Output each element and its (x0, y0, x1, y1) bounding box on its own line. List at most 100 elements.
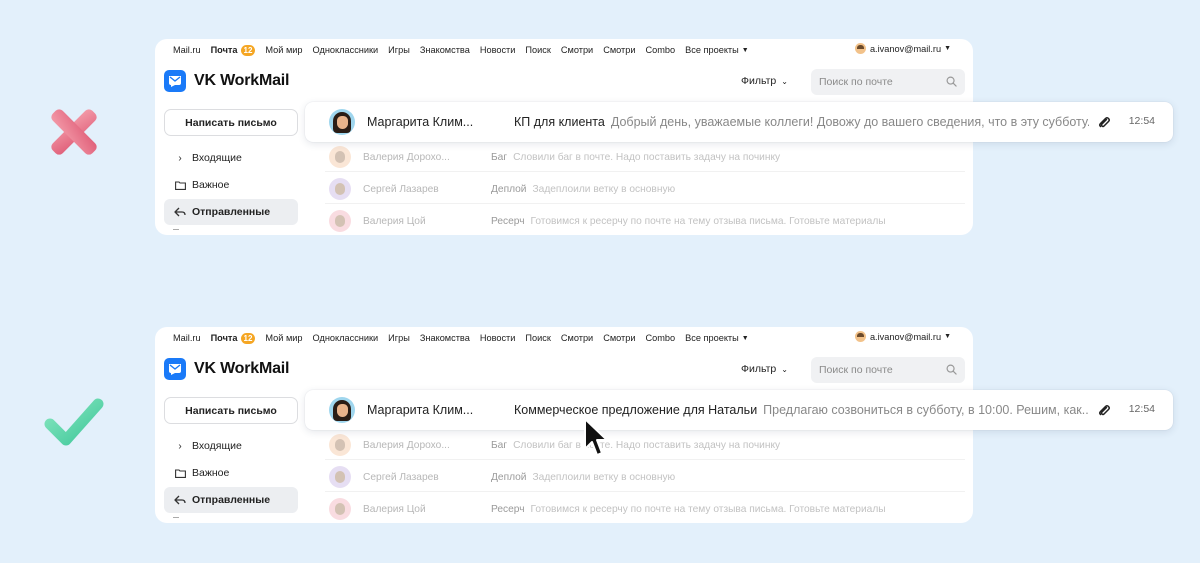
avatar (329, 498, 351, 520)
unread-badge: 12 (240, 332, 256, 344)
nav-link-dating[interactable]: Знакомства (420, 333, 470, 343)
search-input[interactable] (819, 76, 939, 88)
app-name: VK WorkMail (194, 72, 290, 89)
nav-link-all-projects[interactable]: Все проекты ▼ (685, 333, 749, 343)
nav-link-watch-2[interactable]: Смотри (603, 333, 635, 343)
preview: Добрый день, уважаемые коллеги! Довожу д… (610, 115, 1089, 129)
user-email: a.ivanov@mail.ru (869, 331, 942, 342)
sidebar-item-inbox[interactable]: › Входящие (164, 145, 298, 171)
divider (325, 171, 965, 172)
nav-link-dating[interactable]: Знакомства (420, 45, 470, 55)
nav-link-mail-label: Почта (210, 333, 238, 343)
nav-link-myworld[interactable]: Мой мир (265, 45, 302, 55)
filter-dropdown[interactable]: Фильтр ⌄ (741, 75, 788, 87)
nav-link-all-projects[interactable]: Все проекты ▼ (685, 45, 749, 55)
nav-link-ok[interactable]: Одноклассники (313, 45, 379, 55)
list-item[interactable]: Валерия Дорохо... Баг Словили баг в почт… (325, 430, 965, 460)
avatar (854, 331, 866, 342)
brand[interactable]: VK WorkMail (164, 358, 290, 380)
sender-name: Валерия Дорохо... (363, 151, 450, 163)
divider (325, 203, 965, 204)
sidebar-item-sent[interactable]: Отправленные (164, 487, 298, 513)
sender-name: Сергей Лазарев (363, 471, 439, 483)
nav-link-watch-2[interactable]: Смотри (603, 45, 635, 55)
nav-link-mailru[interactable]: Mail.ru (173, 333, 201, 343)
list-item[interactable]: Сергей Лазарев Деплой Задеплоили ветку в… (325, 174, 965, 204)
sender-name: Валерия Цой (363, 215, 426, 227)
reply-arrow-icon (173, 495, 187, 505)
nav-link-mail[interactable]: Почта 12 (210, 332, 256, 344)
caret-down-icon: ▼ (944, 333, 951, 340)
caret-down-icon: ▼ (741, 334, 749, 342)
preview: Готовимся к ресерчу по почте на тему отз… (530, 503, 886, 515)
divider (325, 491, 965, 492)
paperclip-icon (1099, 405, 1110, 416)
sidebar-overflow-stub (173, 517, 179, 521)
user-menu[interactable]: a.ivanov@mail.ru ▼ (854, 331, 951, 342)
search-icon[interactable] (946, 76, 957, 87)
nav-link-combo[interactable]: Combo (646, 333, 676, 343)
nav-link-news[interactable]: Новости (480, 333, 516, 343)
sidebar-item-important[interactable]: Важное (164, 460, 298, 486)
chevron-right-icon: › (178, 152, 182, 164)
nav-link-mail[interactable]: Почта 12 (210, 44, 256, 56)
sidebar-item-label: Отправленные (192, 494, 271, 506)
preview: Задеплоили ветку в основную (532, 471, 676, 483)
list-item[interactable]: Сергей Лазарев Деплой Задеплоили ветку в… (325, 462, 965, 492)
compose-button[interactable]: Написать письмо (164, 397, 298, 424)
user-menu[interactable]: a.ivanov@mail.ru ▼ (854, 43, 951, 54)
sidebar-item-label: Важное (192, 467, 230, 479)
nav-link-search[interactable]: Поиск (525, 45, 550, 55)
preview: Словили баг в почте. Надо поставить зада… (513, 151, 781, 163)
nav-link-myworld[interactable]: Мой мир (265, 333, 302, 343)
list-item[interactable]: Валерия Дорохо... Баг Словили баг в почт… (325, 142, 965, 172)
sender-name: Сергей Лазарев (363, 183, 439, 195)
search-box[interactable] (811, 357, 965, 383)
filter-label: Фильтр (741, 75, 777, 87)
sender-name: Маргарита Клим... (367, 403, 474, 417)
sender-name: Валерия Цой (363, 503, 426, 515)
brand[interactable]: VK WorkMail (164, 70, 290, 92)
chevron-down-icon: ⌄ (781, 76, 788, 86)
sidebar-item-label: Входящие (192, 440, 242, 452)
search-icon[interactable] (946, 364, 957, 375)
preview: Словили баг в почте. Надо поставить зада… (513, 439, 781, 451)
search-input[interactable] (819, 364, 939, 376)
nav-link-search[interactable]: Поиск (525, 333, 550, 343)
nav-link-ok[interactable]: Одноклассники (313, 333, 379, 343)
subject: Ресерч (491, 215, 525, 227)
nav-link-combo[interactable]: Combo (646, 45, 676, 55)
avatar (329, 109, 355, 135)
nav-link-games[interactable]: Игры (388, 333, 410, 343)
compose-button[interactable]: Написать письмо (164, 109, 298, 136)
nav-link-games[interactable]: Игры (388, 45, 410, 55)
sidebar-item-sent[interactable]: Отправленные (164, 199, 298, 225)
sender-name: Валерия Дорохо... (363, 439, 450, 451)
list-item[interactable]: Валерия Цой Ресерч Готовимся к ресерчу п… (325, 494, 965, 523)
filter-dropdown[interactable]: Фильтр ⌄ (741, 363, 788, 375)
nav-link-watch[interactable]: Смотри (561, 45, 593, 55)
nav-link-watch[interactable]: Смотри (561, 333, 593, 343)
nav-link-mail-label: Почта (210, 45, 238, 55)
highlighted-message-row-good[interactable]: Маргарита Клим... Коммерческое предложен… (305, 390, 1173, 430)
workmail-logo-icon (164, 358, 186, 380)
list-item[interactable]: Валерия Цой Ресерч Готовимся к ресерчу п… (325, 206, 965, 235)
check-mark-icon (44, 398, 104, 446)
subject: Ресерч (491, 503, 525, 515)
chevron-right-icon: › (178, 440, 182, 452)
nav-link-news[interactable]: Новости (480, 45, 516, 55)
avatar (329, 434, 351, 456)
preview: Задеплоили ветку в основную (532, 183, 676, 195)
chevron-down-icon: ⌄ (781, 364, 788, 374)
avatar (329, 397, 355, 423)
search-box[interactable] (811, 69, 965, 95)
avatar (329, 178, 351, 200)
avatar (854, 43, 866, 54)
sidebar-item-important[interactable]: Важное (164, 172, 298, 198)
sidebar-item-inbox[interactable]: › Входящие (164, 433, 298, 459)
avatar (329, 146, 351, 168)
highlighted-message-row-bad[interactable]: Маргарита Клим... КП для клиента Добрый … (305, 102, 1173, 142)
sidebar-overflow-stub (173, 229, 179, 233)
timestamp: 12:54 (1128, 403, 1155, 415)
nav-link-mailru[interactable]: Mail.ru (173, 45, 201, 55)
